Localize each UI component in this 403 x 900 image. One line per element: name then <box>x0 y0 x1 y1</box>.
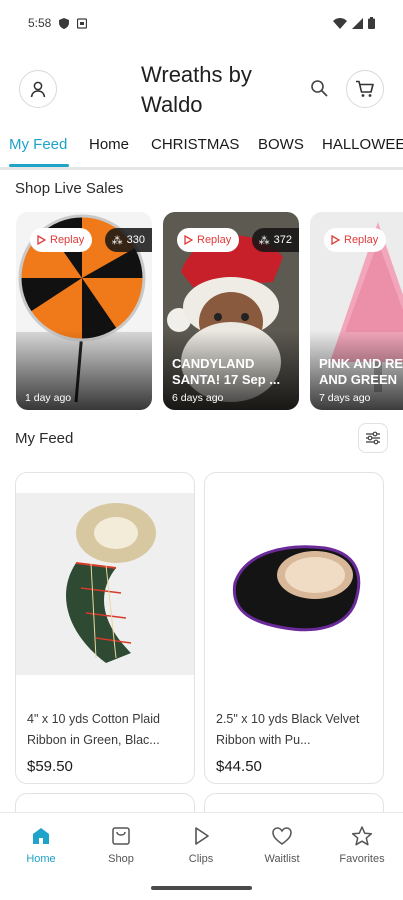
replay-badge[interactable]: Replay <box>30 228 93 252</box>
play-icon <box>331 235 340 245</box>
play-icon <box>37 235 46 245</box>
app-header: Wreaths by Waldo <box>0 56 403 122</box>
home-icon <box>33 828 49 844</box>
viewers-icon: ⁂ <box>258 234 270 247</box>
replay-badge[interactable]: Replay <box>177 228 240 252</box>
filter-icon <box>366 431 380 445</box>
product-card[interactable]: 2.5" x 10 yds Black Velvet Ribbon with P… <box>204 472 384 784</box>
battery-icon <box>368 17 375 29</box>
search-button[interactable] <box>308 77 330 99</box>
feed-heading: My Feed <box>15 430 74 447</box>
nav-favorites[interactable]: Favorites <box>327 825 397 865</box>
shop-icon <box>112 827 130 845</box>
signal-icon <box>352 17 363 29</box>
viewers-icon: ⁂ <box>111 234 123 247</box>
live-sales-heading: Shop Live Sales <box>15 180 124 197</box>
wifi-icon <box>333 17 347 29</box>
search-icon <box>311 80 328 97</box>
plaid-ribbon-image <box>16 493 194 675</box>
nav-home[interactable]: Home <box>6 825 76 865</box>
cart-button[interactable] <box>346 70 384 108</box>
product-name: 4" x 10 yds Cotton Plaid Ribbon in Green… <box>27 712 160 747</box>
tab-home[interactable]: Home <box>89 136 129 153</box>
page-title: Wreaths by Waldo <box>141 62 252 117</box>
live-sale-time: 1 day ago <box>25 392 72 404</box>
product-card[interactable]: 4" x 10 yds Cotton Plaid Ribbon in Green… <box>15 472 195 784</box>
velvet-ribbon-image <box>205 493 383 675</box>
live-card[interactable]: Replay PINK AND RED AND GREEN 7 days ago <box>310 212 403 410</box>
live-card[interactable]: Replay ⁂ 372 CANDYLAND SANTA! 17 Sep ...… <box>163 212 299 410</box>
star-icon <box>351 826 373 846</box>
nav-clips[interactable]: Clips <box>166 825 236 865</box>
viewer-count-badge: ⁂ 372 <box>251 228 299 252</box>
play-icon <box>184 235 193 245</box>
notification-icon <box>77 17 88 29</box>
live-sale-name: PINK AND RED AND GREEN <box>319 356 403 387</box>
heart-icon <box>272 827 292 845</box>
tab-bows[interactable]: BOWS <box>258 136 304 153</box>
play-icon <box>195 827 209 845</box>
tab-christmas[interactable]: CHRISTMAS <box>151 136 239 153</box>
product-price: $59.50 <box>27 758 73 775</box>
nav-shop[interactable]: Shop <box>86 825 156 865</box>
live-sale-name: CANDYLAND SANTA! 17 Sep ... <box>172 356 281 387</box>
shield-icon <box>59 17 70 29</box>
live-sale-time: 6 days ago <box>172 392 224 404</box>
live-sales-carousel: Replay ⁂ 330 1 day ago Replay ⁂ 372 CAND… <box>16 212 403 410</box>
gesture-home-bar[interactable] <box>151 886 252 890</box>
filter-button[interactable] <box>358 423 388 453</box>
replay-badge[interactable]: Replay <box>324 228 387 252</box>
status-time: 5:58 <box>28 16 52 30</box>
tab-halloween[interactable]: HALLOWEEN <box>322 136 403 153</box>
live-card[interactable]: Replay ⁂ 330 1 day ago <box>16 212 152 410</box>
profile-button[interactable] <box>19 70 57 108</box>
tab-my-feed[interactable]: My Feed <box>9 136 67 153</box>
status-bar: 5:58 <box>0 0 403 46</box>
category-tabs: My Feed Home CHRISTMAS BOWS HALLOWEEN <box>0 126 403 170</box>
cart-icon <box>356 80 374 97</box>
viewer-count-badge: ⁂ 330 <box>104 228 152 252</box>
product-price: $44.50 <box>216 758 262 775</box>
active-tab-indicator <box>9 164 69 167</box>
nav-waitlist[interactable]: Waitlist <box>247 825 317 865</box>
live-sale-time: 7 days ago <box>319 392 371 404</box>
user-icon <box>30 81 46 98</box>
product-name: 2.5" x 10 yds Black Velvet Ribbon with P… <box>216 712 360 747</box>
